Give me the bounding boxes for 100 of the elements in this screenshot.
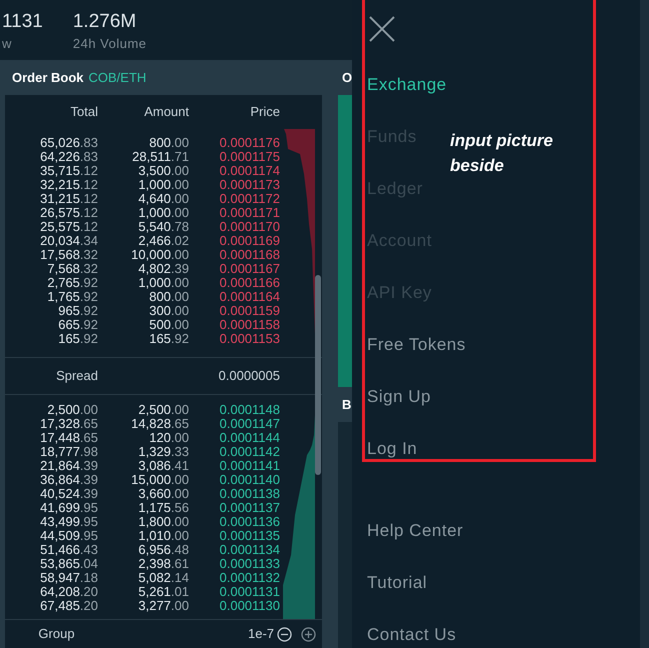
table-cell-text: 28,511.71 bbox=[131, 150, 189, 164]
table-cell-text: 2,398.61 bbox=[137, 557, 189, 571]
table-cell-text: 5,082.14 bbox=[137, 571, 189, 585]
table-cell-text: 4,640.00 bbox=[137, 192, 189, 206]
table-cell-text: 25,575.12 bbox=[39, 220, 98, 234]
price-cell-text: 0.0001138 bbox=[218, 487, 280, 501]
annotation-text: input picture beside bbox=[450, 130, 554, 177]
menu-item[interactable]: Help Center bbox=[367, 516, 464, 568]
scrollbar-thumb[interactable] bbox=[315, 275, 321, 475]
table-cell-text: 965.92 bbox=[57, 304, 98, 318]
table-cell-text: 3,660.00 bbox=[137, 487, 189, 501]
table-cell-text: 1,765.92 bbox=[46, 290, 98, 304]
stat-value: 1131 bbox=[2, 10, 43, 34]
group-value: 1e-7 bbox=[248, 625, 274, 644]
price-cell-text: 0.0001167 bbox=[218, 262, 280, 276]
table-cell-text: 1,800.00 bbox=[137, 515, 189, 529]
spread-value: 0.0000005 bbox=[218, 367, 280, 386]
table-cell-text: 17,568.32 bbox=[39, 248, 98, 262]
price-cell-text: 0.0001134 bbox=[218, 543, 280, 557]
table-cell-text: 10,000.00 bbox=[130, 248, 189, 262]
price-cell-text: 0.0001176 bbox=[218, 136, 280, 150]
column-header: Price bbox=[249, 103, 280, 122]
table-cell-text: 17,448.65 bbox=[39, 431, 98, 445]
table-cell-text: 120.00 bbox=[148, 431, 189, 445]
price-cell-text: 0.0001159 bbox=[218, 304, 280, 318]
menu-item[interactable]: Log In bbox=[367, 434, 418, 486]
table-cell-text: 3,500.00 bbox=[137, 164, 189, 178]
panel-title: B bbox=[342, 396, 352, 414]
table-cell-text: 800.00 bbox=[148, 136, 189, 150]
minus-icon[interactable] bbox=[277, 626, 292, 642]
menu-item[interactable]: Tutorial bbox=[367, 568, 428, 620]
price-cell-text: 0.0001142 bbox=[218, 445, 280, 459]
close-icon[interactable] bbox=[369, 16, 395, 42]
column-header: Total bbox=[70, 103, 98, 122]
column-header: Amount bbox=[143, 103, 189, 122]
table-cell-text: 3,086.41 bbox=[137, 459, 189, 473]
pair-label: COB/ETH bbox=[88, 68, 146, 87]
table-cell-text: 5,261.01 bbox=[137, 585, 189, 599]
group-label: Group bbox=[37, 625, 76, 644]
table-cell-text: 15,000.00 bbox=[130, 473, 189, 487]
price-cell-text: 0.0001173 bbox=[218, 178, 280, 192]
table-cell-text: 5,540.78 bbox=[137, 220, 189, 234]
table-cell-text: 500.00 bbox=[148, 318, 189, 332]
price-cell-text: 0.0001169 bbox=[218, 234, 280, 248]
table-cell-text: 2,500.00 bbox=[137, 403, 189, 417]
menu-item[interactable]: Free Tokens bbox=[367, 330, 466, 382]
table-cell-text: 14,828.65 bbox=[130, 417, 189, 431]
table-cell-text: 1,329.33 bbox=[137, 445, 189, 459]
table-cell-text: 3,277.00 bbox=[137, 599, 189, 613]
table-cell-text: 43,499.95 bbox=[39, 515, 98, 529]
price-cell-text: 0.0001171 bbox=[218, 206, 280, 220]
price-cell-text: 0.0001140 bbox=[218, 473, 280, 487]
stat-label: 24h Volume bbox=[72, 35, 147, 53]
table-cell-text: 64,226.83 bbox=[39, 150, 98, 164]
price-cell-text: 0.0001164 bbox=[218, 290, 280, 304]
price-cell-text: 0.0001148 bbox=[218, 403, 280, 417]
menu-item[interactable]: Contact Us bbox=[367, 620, 456, 648]
table-cell-text: 35,715.12 bbox=[39, 164, 98, 178]
table-cell-text: 51,466.43 bbox=[39, 543, 98, 557]
table-cell-text: 36,864.39 bbox=[39, 473, 98, 487]
table-cell-text: 31,215.12 bbox=[39, 192, 98, 206]
price-cell-text: 0.0001137 bbox=[218, 501, 280, 515]
price-cell-text: 0.0001132 bbox=[218, 571, 280, 585]
price-cell-text: 0.0001170 bbox=[218, 220, 280, 234]
table-cell-text: 1,175.56 bbox=[137, 501, 189, 515]
menu-item[interactable]: Sign Up bbox=[367, 382, 431, 434]
panel-title: Order Book bbox=[12, 68, 84, 87]
table-cell-text: 165.92 bbox=[148, 332, 189, 346]
price-cell-text: 0.0001133 bbox=[218, 557, 280, 571]
table-cell-text: 800.00 bbox=[148, 290, 189, 304]
table-cell-text: 6,956.48 bbox=[137, 543, 189, 557]
price-cell-text: 0.0001158 bbox=[218, 318, 280, 332]
table-cell-text: 40,524.39 bbox=[39, 487, 98, 501]
table-cell-text: 21,864.39 bbox=[39, 459, 98, 473]
stat-label: w bbox=[2, 35, 13, 53]
table-cell-text: 2,500.00 bbox=[46, 403, 98, 417]
price-cell-text: 0.0001172 bbox=[218, 192, 280, 206]
price-cell-text: 0.0001130 bbox=[218, 599, 280, 613]
table-cell-text: 53,865.04 bbox=[39, 557, 98, 571]
table-cell-text: 58,947.18 bbox=[39, 571, 98, 585]
price-cell-text: 0.0001136 bbox=[218, 515, 280, 529]
price-cell-text: 0.0001153 bbox=[218, 332, 280, 346]
table-cell-text: 1,000.00 bbox=[137, 276, 189, 290]
panel-title: O bbox=[342, 68, 352, 87]
price-cell-text: 0.0001131 bbox=[218, 585, 280, 599]
spread-label: Spread bbox=[55, 367, 98, 386]
price-cell-text: 0.0001175 bbox=[218, 150, 280, 164]
table-cell-text: 26,575.12 bbox=[39, 206, 98, 220]
table-cell-text: 665.92 bbox=[57, 318, 98, 332]
price-cell-text: 0.0001147 bbox=[218, 417, 280, 431]
table-cell-text: 18,777.98 bbox=[39, 445, 98, 459]
price-cell-text: 0.0001135 bbox=[218, 529, 280, 543]
stat-value: 1.276M bbox=[72, 10, 138, 34]
table-cell-text: 1,000.00 bbox=[137, 178, 189, 192]
table-cell-text: 20,034.34 bbox=[39, 234, 98, 248]
plus-icon[interactable] bbox=[301, 626, 316, 642]
price-cell-text: 0.0001141 bbox=[218, 459, 280, 473]
table-cell-text: 44,509.95 bbox=[39, 529, 98, 543]
table-cell-text: 32,215.12 bbox=[39, 178, 98, 192]
menu-item[interactable]: Exchange bbox=[367, 70, 447, 122]
